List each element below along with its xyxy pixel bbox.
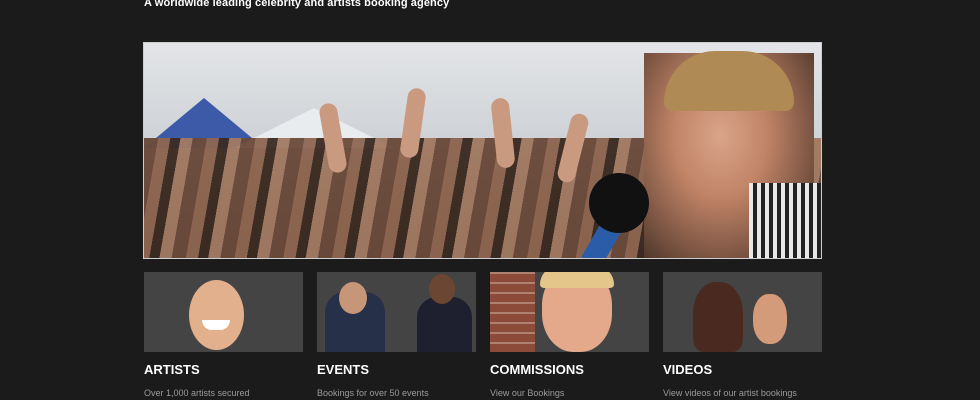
- video-performer: [753, 294, 787, 344]
- brick-wall: [490, 272, 535, 352]
- card-title[interactable]: VIDEOS: [663, 362, 712, 377]
- card-description: View videos of our artist bookings: [663, 388, 797, 398]
- microphone-icon: [589, 173, 649, 233]
- event-person-head: [339, 282, 367, 314]
- artists-thumbnail[interactable]: [144, 272, 303, 352]
- hero-singer-shirt: [749, 183, 821, 258]
- artist-face: [189, 280, 244, 350]
- card-artists[interactable]: ARTISTS Over 1,000 artists secured: [144, 272, 303, 398]
- hero-banner-image: [143, 42, 822, 259]
- card-description: View our Bookings: [490, 388, 565, 398]
- events-thumbnail[interactable]: [317, 272, 476, 352]
- site-tagline: A worldwide leading celebrity and artist…: [144, 0, 450, 9]
- card-videos[interactable]: VIDEOS View videos of our artist booking…: [663, 272, 822, 398]
- card-title[interactable]: EVENTS: [317, 362, 369, 377]
- card-description: Bookings for over 50 events: [317, 388, 429, 398]
- card-commissions[interactable]: COMMISSIONS View our Bookings: [490, 272, 649, 398]
- event-person-body: [417, 297, 472, 352]
- event-person-head: [429, 274, 455, 304]
- commissions-thumbnail[interactable]: [490, 272, 649, 352]
- card-events[interactable]: EVENTS Bookings for over 50 events: [317, 272, 476, 398]
- card-description: Over 1,000 artists secured: [144, 388, 250, 398]
- card-title[interactable]: ARTISTS: [144, 362, 200, 377]
- card-title[interactable]: COMMISSIONS: [490, 362, 584, 377]
- video-performer: [693, 282, 743, 352]
- commission-hair: [540, 272, 614, 288]
- videos-thumbnail[interactable]: [663, 272, 822, 352]
